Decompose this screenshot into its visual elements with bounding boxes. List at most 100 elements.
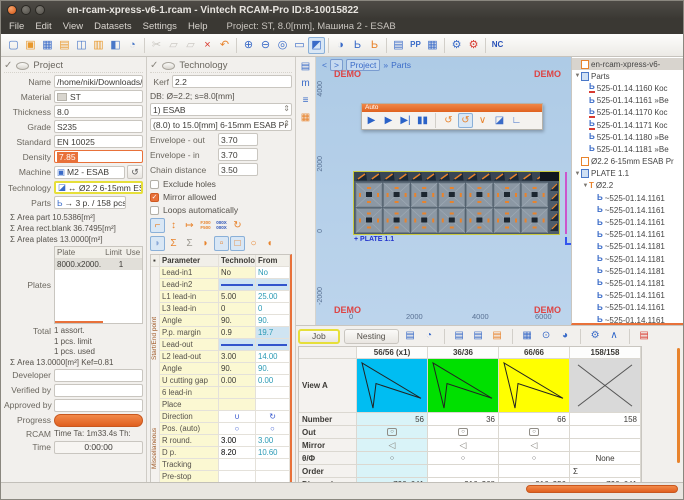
param-tech-value[interactable]: 3.00 (219, 351, 256, 363)
tree-item[interactable]: Ь~525-01.14.1181 (572, 265, 683, 277)
param-tech-value[interactable] (219, 399, 256, 411)
contour-corner-icon[interactable]: ◖ (262, 236, 277, 251)
minimize-button[interactable] (21, 5, 31, 15)
expand-arrow-icon[interactable]: ▼ (574, 171, 581, 177)
doc-ns-icon[interactable]: ▤ (471, 329, 486, 344)
zoom-out-icon[interactable]: ⊖ (257, 37, 274, 54)
lead-vertical-icon[interactable]: ↕ (166, 218, 181, 233)
path-stats-icon[interactable]: ∟ (509, 113, 524, 128)
tree-item[interactable]: Ь~525-01.14.1161 (572, 192, 683, 204)
checkbox-icon[interactable]: ✓ (150, 193, 159, 202)
delete-icon[interactable]: × (199, 37, 216, 54)
material-field[interactable]: ST (54, 90, 143, 103)
param-tech-value[interactable]: 0.00 (219, 375, 256, 387)
theta-phi-cell[interactable]: ○ (357, 452, 428, 465)
tree-item[interactable]: Ь~525-01.14.1161 (572, 204, 683, 216)
part-preview[interactable] (570, 359, 641, 413)
job-col-header[interactable]: 158/158 (570, 347, 641, 359)
out-cell[interactable] (570, 426, 641, 439)
part-preview[interactable] (357, 359, 428, 413)
param-tech-value[interactable] (219, 387, 256, 399)
new-window-icon[interactable]: ◫ (73, 37, 90, 54)
param-tech-value[interactable]: 90. (219, 315, 256, 327)
tree-item[interactable]: Ь~525-01.14.1161 (572, 302, 683, 314)
circle-contour-icon[interactable]: ○ (246, 236, 261, 251)
zoom-window-icon[interactable]: ▭ (291, 37, 308, 54)
part-info-icon[interactable]: ◑ (332, 37, 349, 54)
param-tech-icon[interactable]: ○ (219, 423, 256, 435)
menu-file[interactable]: File (9, 21, 24, 32)
lead-crossover-icon[interactable]: ↦ (182, 218, 197, 233)
param-tech-value[interactable]: 0.9 (219, 327, 256, 339)
param-tech-line[interactable] (219, 339, 256, 351)
job-vscroll-thumb[interactable] (677, 348, 680, 463)
new-document-icon[interactable]: ▢ (5, 37, 22, 54)
save-project-as-icon[interactable]: ▥ (90, 37, 107, 54)
play-to-end-icon[interactable]: ▶| (398, 113, 413, 128)
tree-item[interactable]: ▼Parts (572, 70, 683, 82)
menu-help[interactable]: Help (188, 21, 208, 32)
save-icon[interactable]: ▦ (39, 37, 56, 54)
undo-icon[interactable]: ↶ (216, 37, 233, 54)
checkbox-exclude-holes[interactable]: Exclude holes (150, 179, 292, 189)
print-icon[interactable]: ▤ (403, 329, 418, 344)
play-icon[interactable]: ▶ (364, 113, 379, 128)
print-icon[interactable]: ▤ (298, 59, 313, 74)
doc-n1-icon[interactable]: ▤ (452, 329, 467, 344)
window-plate-icon[interactable]: ▤ (390, 37, 407, 54)
tab-nesting[interactable]: Nesting (344, 329, 399, 344)
timer-icon[interactable]: ◔ (422, 329, 437, 344)
window-table-icon[interactable]: ▦ (424, 37, 441, 54)
part-copy-icon[interactable]: ◪ (492, 113, 507, 128)
open-folder-icon[interactable]: ▤ (56, 37, 73, 54)
part-preview[interactable] (499, 359, 570, 413)
tree-item[interactable]: Ь525-01.14.1170 Кос (572, 107, 683, 119)
recent-history-icon[interactable]: ◔ (124, 37, 141, 54)
tree-item[interactable]: Ь~525-01.14.1181 (572, 241, 683, 253)
param-tech-value[interactable]: 5.00 (219, 291, 256, 303)
arc-direction-icon[interactable]: ↻ (230, 218, 245, 233)
range-select[interactable]: (8.0) to 15.0[mm] 6-15mm ESAB Pr⇕ (150, 118, 292, 131)
out-cell[interactable]: ○ (428, 426, 499, 439)
param-tech-value[interactable]: 3.00 (219, 435, 256, 447)
order-cell[interactable] (499, 465, 570, 478)
mirror-cell[interactable]: ◁ (357, 439, 428, 452)
lead-arc-active-icon[interactable]: ↺ (458, 113, 473, 128)
machine-refresh-button[interactable]: ↺ (127, 165, 143, 179)
zoom-previous-icon[interactable]: ◎ (274, 37, 291, 54)
tree-item[interactable]: Ø2.2 6-15mm ESAB Pr (572, 156, 683, 168)
measure-icon[interactable]: m (298, 76, 313, 91)
order-cell[interactable]: Σ (570, 465, 641, 478)
number-cell[interactable]: 158 (570, 413, 641, 426)
thickness-field[interactable]: 8.0 (54, 105, 143, 118)
machine-sim-icon[interactable]: ⚙ (448, 37, 465, 54)
tree-item[interactable]: Ь~525-01.14.1161 (572, 314, 683, 325)
chain-distance-field[interactable]: 3.50 (218, 163, 258, 176)
open-project-icon[interactable]: ▣ (22, 37, 39, 54)
calculator-icon[interactable]: ▦ (298, 110, 313, 125)
part-contour-icon[interactable]: Ь (349, 37, 366, 54)
density-field[interactable]: 7.85 (54, 150, 143, 163)
machine-alert-icon[interactable]: ⚙ (465, 37, 482, 54)
nc-output-icon[interactable]: NC (489, 37, 506, 54)
tree-item[interactable]: Ь525-01.14.1160 Кос (572, 82, 683, 94)
envelope-out-field[interactable]: 3.70 (218, 133, 258, 146)
menu-settings[interactable]: Settings (143, 21, 177, 32)
param-tech-value[interactable]: 8.20 (219, 447, 256, 459)
tree-item[interactable]: Ь525-01.14.1161 »Ве (572, 95, 683, 107)
doc-nq-icon[interactable]: ▤ (490, 329, 505, 344)
plates-hscroll-thumb[interactable] (55, 321, 103, 323)
lead-in-mode-icon[interactable]: ⌐ (150, 218, 165, 233)
theta-phi-cell[interactable]: None (570, 452, 641, 465)
checkbox-mirror-allowed[interactable]: ✓Mirror allowed (150, 192, 292, 202)
circle-marker-icon[interactable]: ⊙ (539, 329, 554, 344)
zoom-in-icon[interactable]: ⊕ (240, 37, 257, 54)
hole-large-icon[interactable]: □ (230, 236, 245, 251)
tree-item[interactable]: Ь525-01.14.1171 Кос (572, 119, 683, 131)
job-col-header[interactable]: 36/36 (428, 347, 499, 359)
tree-item[interactable]: Ь~525-01.14.1181 (572, 253, 683, 265)
tree-item[interactable]: en-rcam-xpress-v6- (572, 58, 683, 70)
standard-field[interactable]: EN 10025 (54, 135, 143, 148)
job-col-header[interactable]: 66/66 (499, 347, 570, 359)
close-button[interactable] (7, 5, 17, 15)
